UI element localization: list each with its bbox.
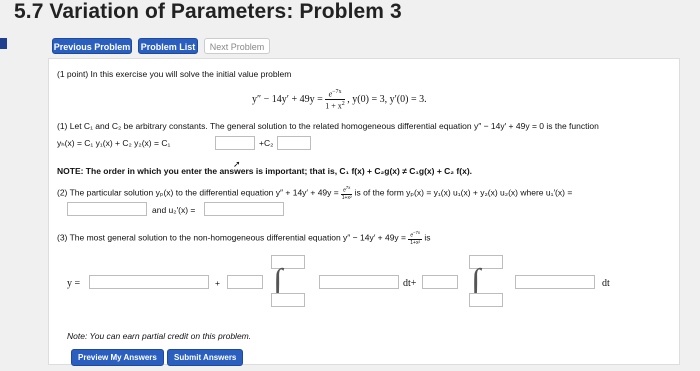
part2-line1: (2) The particular solution yₚ(x) to the… (57, 185, 573, 201)
part3-line1: (3) The most general solution to the non… (57, 230, 431, 246)
order-note: NOTE: The order in which you enter the a… (57, 166, 473, 176)
intro-text: (1 point) In this exercise you will solv… (57, 69, 292, 79)
dt-label: dt (602, 278, 610, 289)
part2-frac-num-exp: 7x (345, 185, 351, 190)
part3-frac-num-exp: −7x (413, 230, 420, 235)
part2-text-b: is of the form yₚ(x) = y₁(x) u₁(x) + y₂(… (354, 187, 573, 198)
general-solution-input-3[interactable] (422, 275, 458, 289)
y1-input[interactable] (215, 136, 255, 150)
plus-label: + (215, 278, 220, 288)
integral2-integrand-input[interactable] (515, 275, 595, 289)
left-accent-bar (0, 38, 7, 49)
part3-is: is (424, 232, 431, 243)
part3-text: (3) The most general solution to the non… (57, 232, 407, 243)
integral2-lower-limit-input[interactable] (469, 293, 503, 307)
partial-credit-note: Note: You can earn partial credit on thi… (67, 331, 252, 341)
integral1-integrand-input[interactable] (319, 275, 399, 289)
part2-fraction: e7x 1+x² (341, 185, 353, 201)
part3-fraction: e−7x 1+x² (408, 230, 422, 246)
problem-list-button[interactable]: Problem List (138, 38, 198, 54)
ivp-den: 1 + x (325, 101, 342, 111)
part3-frac-den: 1+x² (410, 239, 421, 246)
general-solution-input-2[interactable] (227, 275, 263, 289)
and-u2-label: and u₂′(x) = (152, 205, 196, 215)
problem-panel: (1 point) In this exercise you will solv… (48, 58, 680, 366)
ivp-fraction: e−7x 1 + x2 (325, 89, 345, 110)
ivp-num-exp: −7x (332, 89, 342, 95)
dt-plus-label: dt+ (403, 278, 417, 289)
u2-prime-input[interactable] (204, 202, 284, 216)
previous-problem-button[interactable]: Previous Problem (52, 38, 132, 54)
general-solution-input-1[interactable] (89, 275, 209, 289)
mouse-cursor-icon: ➚ (233, 159, 241, 169)
ivp-initial-conditions: , y(0) = 3, y′(0) = 3. (347, 93, 427, 105)
ivp-equation: y″ − 14y′ + 49y = e−7x 1 + x2 , y(0) = 3… (252, 89, 427, 110)
submit-answers-button[interactable]: Submit Answers (167, 349, 244, 366)
integral1-lower-limit-input[interactable] (271, 293, 305, 307)
preview-answers-button[interactable]: Preview My Answers (71, 349, 164, 366)
page-title: 5.7 Variation of Parameters: Problem 3 (14, 0, 402, 23)
part2-frac-den: 1+x² (341, 194, 352, 201)
part1-line2: yₕ(x) = C₁ y₁(x) + C₂ y₂(x) = C₁ (57, 138, 171, 148)
u1-prime-input[interactable] (67, 202, 147, 216)
plus-c2-label: +C₂ (259, 138, 274, 148)
y2-input[interactable] (277, 136, 311, 150)
ivp-lhs: y″ − 14y′ + 49y = (252, 93, 323, 105)
next-problem-button[interactable]: Next Problem (204, 38, 270, 54)
part2-text-a: (2) The particular solution yₚ(x) to the… (57, 187, 339, 198)
y-equals-label: y = (67, 278, 81, 289)
ivp-den-exp: 2 (341, 100, 345, 107)
part1-line1: (1) Let C₁ and C₂ be arbitrary constants… (57, 121, 599, 131)
